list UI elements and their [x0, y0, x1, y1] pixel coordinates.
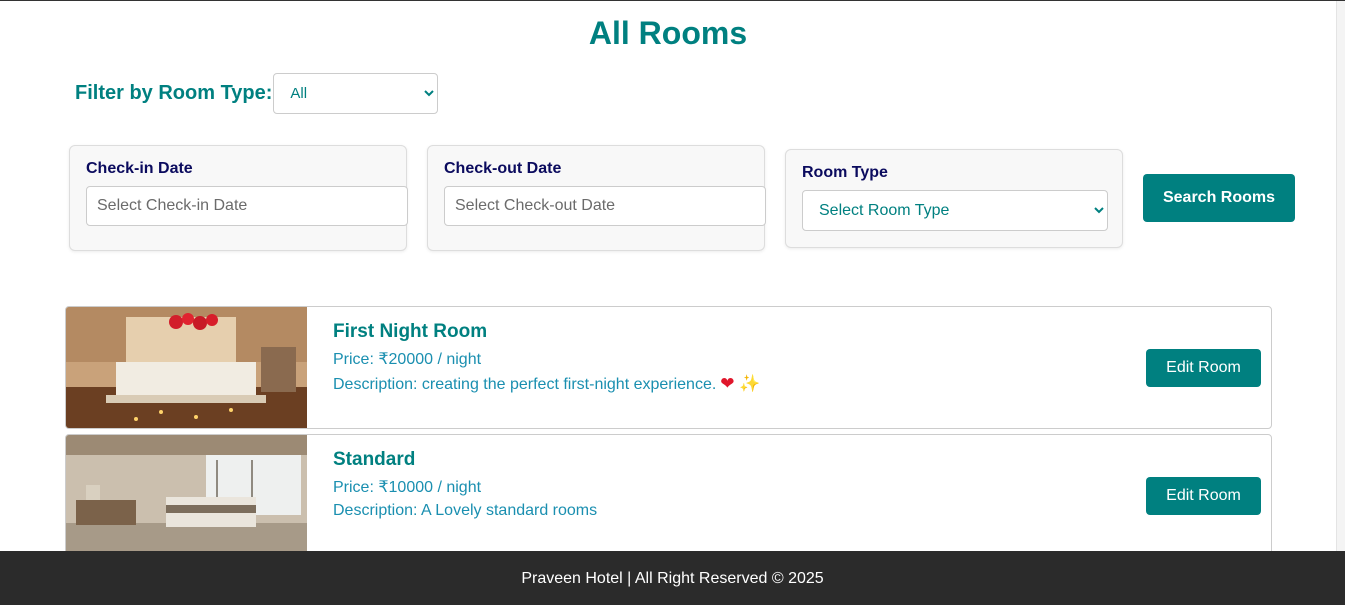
edit-room-button[interactable]: Edit Room — [1146, 349, 1261, 387]
scrollbar[interactable] — [1336, 1, 1345, 551]
room-image-first-night — [66, 307, 307, 428]
edit-room-button[interactable]: Edit Room — [1146, 477, 1261, 515]
room-type-card: Room Type Select Room Type — [785, 149, 1123, 248]
heart-icon: ❤ — [720, 374, 735, 393]
checkout-label: Check-out Date — [444, 160, 562, 177]
room-name: First Night Room — [333, 321, 488, 342]
checkin-card: Check-in Date — [69, 145, 408, 251]
room-image-standard — [66, 435, 307, 556]
search-rooms-button[interactable]: Search Rooms — [1143, 174, 1295, 222]
room-type-filter-select[interactable]: All — [273, 73, 439, 114]
checkout-date-input[interactable] — [444, 186, 766, 226]
room-description-text: Description: creating the perfect first-… — [333, 376, 717, 393]
checkin-date-input[interactable] — [86, 186, 408, 226]
room-card-first-night: First Night Room Price: ₹20000 / night D… — [65, 306, 1272, 429]
room-info-first-night: First Night Room Price: ₹20000 / night D… — [333, 321, 760, 399]
room-price: Price: ₹20000 / night — [333, 351, 482, 368]
page-title: All Rooms — [588, 15, 748, 51]
room-type-select[interactable]: Select Room Type — [802, 190, 1108, 231]
room-description: Description: A Lovely standard rooms — [333, 502, 598, 519]
filter-label: Filter by Room Type: — [75, 82, 273, 104]
room-name: Standard — [333, 449, 416, 470]
room-info-standard: Standard Price: ₹10000 / night Descripti… — [333, 449, 597, 525]
footer: Praveen Hotel | All Right Reserved © 202… — [0, 551, 1345, 605]
checkout-card: Check-out Date — [427, 145, 766, 251]
room-type-filter: Filter by Room Type: All — [75, 73, 439, 114]
room-card-standard: Standard Price: ₹10000 / night Descripti… — [65, 434, 1272, 557]
room-price: Price: ₹10000 / night — [333, 479, 482, 496]
room-type-label: Room Type — [802, 164, 888, 181]
checkin-label: Check-in Date — [86, 160, 193, 177]
sparkles-icon: ✨ — [739, 374, 761, 393]
footer-text: Praveen Hotel | All Right Reserved © 202… — [521, 569, 824, 587]
room-description: Description: creating the perfect first-… — [333, 374, 760, 394]
